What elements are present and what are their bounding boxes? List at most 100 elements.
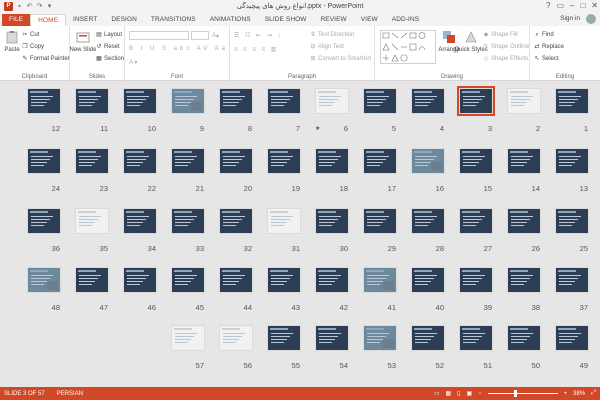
slide-thumbnail[interactable] <box>268 209 300 233</box>
slide-thumbnail[interactable] <box>28 149 60 173</box>
minimize-icon[interactable]: – <box>570 1 574 10</box>
slide-thumbnail[interactable] <box>124 268 156 292</box>
slide-thumbnail[interactable] <box>460 209 492 233</box>
quick-styles-button[interactable]: Quick Styles <box>454 30 488 53</box>
slide-thumbnail[interactable] <box>220 268 252 292</box>
slide-thumbnail[interactable] <box>364 268 396 292</box>
tab-slide-show[interactable]: SLIDE SHOW <box>258 14 314 26</box>
slide-thumbnail[interactable] <box>556 326 588 350</box>
zoom-slider-thumb[interactable] <box>514 390 518 397</box>
slide-thumbnail[interactable] <box>172 209 204 233</box>
sign-in-link[interactable]: Sign in <box>560 15 580 22</box>
slide-thumbnail[interactable] <box>412 89 444 113</box>
slide-thumbnail[interactable] <box>172 326 204 350</box>
list-buttons[interactable]: ☰ ☷ ⇤ ⇥ ↕ <box>234 32 282 39</box>
slide-thumbnail[interactable] <box>268 268 300 292</box>
slide-thumbnail[interactable] <box>76 89 108 113</box>
slide-thumbnail[interactable] <box>172 149 204 173</box>
language-indicator[interactable]: PERSIAN <box>57 391 83 397</box>
tab-design[interactable]: DESIGN <box>104 14 144 26</box>
paste-button[interactable]: Paste <box>3 30 21 53</box>
slide-thumbnail[interactable] <box>124 89 156 113</box>
maximize-icon[interactable]: □ <box>580 1 585 10</box>
tab-view[interactable]: VIEW <box>354 14 385 26</box>
slide-thumbnail[interactable] <box>556 149 588 173</box>
layout-button[interactable]: ▤ Layout <box>96 32 122 38</box>
zoom-slider[interactable] <box>487 390 558 397</box>
reset-button[interactable]: ↺ Reset <box>96 44 119 50</box>
replace-button[interactable]: ⇄ Replace <box>534 44 564 50</box>
slide-thumbnail[interactable] <box>124 209 156 233</box>
shape-outline-button[interactable]: ✎ Shape Outline <box>483 44 529 50</box>
normal-view-icon[interactable]: ▭ <box>434 390 440 397</box>
zoom-level[interactable]: 38% <box>573 391 585 397</box>
slide-thumbnail[interactable] <box>316 89 348 113</box>
slide-thumbnail[interactable] <box>316 209 348 233</box>
slide-thumbnail[interactable] <box>556 89 588 113</box>
slide-thumbnail[interactable] <box>220 149 252 173</box>
font-size-box[interactable] <box>191 31 209 40</box>
slide-thumbnail[interactable] <box>364 149 396 173</box>
slide-thumbnail[interactable] <box>316 326 348 350</box>
slide-thumbnail[interactable] <box>268 149 300 173</box>
slide-thumbnail[interactable] <box>364 89 396 113</box>
slide-thumbnail[interactable] <box>412 268 444 292</box>
slide-thumbnail[interactable] <box>220 326 252 350</box>
zoom-in-button[interactable]: + <box>564 391 568 397</box>
slide-thumbnail[interactable] <box>76 149 108 173</box>
shape-fill-button[interactable]: ◆ Shape Fill <box>483 32 518 38</box>
avatar[interactable] <box>586 14 596 24</box>
zoom-out-button[interactable]: − <box>478 391 482 397</box>
tab-home[interactable]: HOME <box>30 14 67 26</box>
text-direction-button[interactable]: ⇅ Text Direction <box>310 32 354 38</box>
slide-thumbnail[interactable] <box>76 209 108 233</box>
tab-transitions[interactable]: TRANSITIONS <box>144 14 203 26</box>
tab-add-ins[interactable]: ADD-INS <box>385 14 426 26</box>
fit-slide-icon[interactable]: ⤢ <box>591 390 596 397</box>
slide-thumbnail[interactable] <box>508 89 540 113</box>
tab-insert[interactable]: INSERT <box>66 14 104 26</box>
slide-thumbnail[interactable] <box>457 86 495 116</box>
grow-font-icon[interactable]: A▴ <box>212 32 219 39</box>
slide-thumbnail[interactable] <box>556 268 588 292</box>
slide-thumbnail[interactable] <box>28 209 60 233</box>
slideshow-view-icon[interactable]: ▣ <box>466 390 472 397</box>
slide-thumbnail[interactable] <box>460 149 492 173</box>
reading-view-icon[interactable]: ▯ <box>457 390 460 397</box>
copy-button[interactable]: ❐ Copy <box>22 44 44 50</box>
convert-smartart-button[interactable]: ⊞ Convert to SmartArt <box>310 56 371 62</box>
tab-file[interactable]: FILE <box>2 14 31 26</box>
tab-animations[interactable]: ANIMATIONS <box>203 14 258 26</box>
alignment-buttons[interactable]: ≡ ≡ ≡ ≡ ▥ <box>234 46 278 53</box>
slide-thumbnail[interactable] <box>508 268 540 292</box>
slide-thumbnail[interactable] <box>412 209 444 233</box>
close-icon[interactable]: ✕ <box>591 1 598 10</box>
slide-thumbnail[interactable] <box>460 326 492 350</box>
slide-thumbnail[interactable] <box>172 268 204 292</box>
slide-thumbnail[interactable] <box>508 209 540 233</box>
section-button[interactable]: ▦ Section <box>96 56 124 62</box>
slide-thumbnail[interactable] <box>268 326 300 350</box>
slide-thumbnail[interactable] <box>460 268 492 292</box>
cut-button[interactable]: ✂ Cut <box>22 32 39 38</box>
slide-thumbnail[interactable] <box>508 326 540 350</box>
slide-thumbnail[interactable] <box>220 89 252 113</box>
slide-thumbnail[interactable] <box>76 268 108 292</box>
font-color-icon[interactable]: A ▾ <box>129 59 137 66</box>
tab-review[interactable]: REVIEW <box>314 14 354 26</box>
slide-sorter-view-icon[interactable]: ▦ <box>445 390 451 397</box>
slide-thumbnail[interactable] <box>220 209 252 233</box>
shape-effects-button[interactable]: ◇ Shape Effects <box>483 56 529 62</box>
slide-thumbnail[interactable] <box>412 326 444 350</box>
slide-thumbnail[interactable] <box>124 149 156 173</box>
slide-thumbnail[interactable] <box>268 89 300 113</box>
help-icon[interactable]: ? <box>546 1 550 10</box>
slide-thumbnail[interactable] <box>28 268 60 292</box>
font-format-buttons[interactable]: B I U S abc AV Aa <box>129 46 228 52</box>
slide-thumbnail[interactable] <box>316 268 348 292</box>
slide-thumbnail[interactable] <box>556 209 588 233</box>
slide-thumbnail[interactable] <box>412 149 444 173</box>
slide-thumbnail[interactable] <box>364 326 396 350</box>
select-button[interactable]: ↖ Select <box>534 56 558 62</box>
format-painter-button[interactable]: ✎ Format Painter <box>22 56 69 62</box>
